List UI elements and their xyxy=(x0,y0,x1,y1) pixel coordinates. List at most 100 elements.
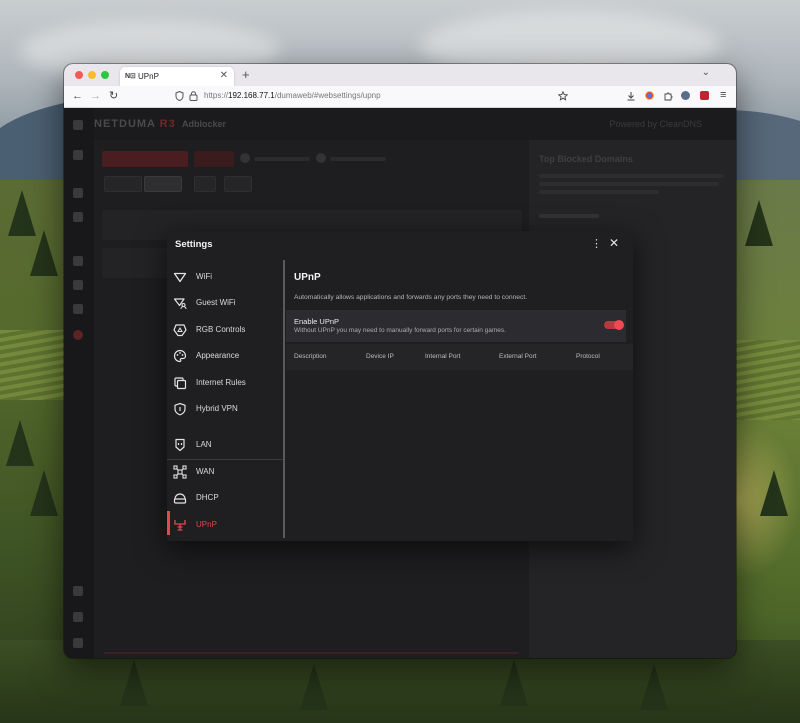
section-title: UPnP xyxy=(294,272,321,283)
menu-item-label: Hybrid VPN xyxy=(196,404,238,413)
menu-item-internet-rules[interactable]: Internet Rules xyxy=(167,372,283,394)
forward-button[interactable]: → xyxy=(90,89,101,103)
window-maximize-button[interactable] xyxy=(101,71,109,79)
upnp-icon xyxy=(174,520,186,531)
menu-item-wifi[interactable]: WiFi xyxy=(167,266,283,288)
dialog-title: Settings xyxy=(175,239,213,250)
dimmed-text-line xyxy=(539,182,719,186)
dimmed-radio[interactable] xyxy=(316,153,326,163)
wallpaper-tree xyxy=(745,200,773,246)
column-header-description: Description xyxy=(294,353,327,360)
sidebar-nav-icon[interactable] xyxy=(73,586,83,596)
menu-item-label: UPnP xyxy=(196,520,217,529)
menu-icon[interactable]: ≡ xyxy=(720,89,726,101)
powered-by-label: Powered by CleanDNS xyxy=(609,119,702,129)
sidebar-nav-icon[interactable] xyxy=(73,612,83,622)
sidebar-nav-icon[interactable] xyxy=(73,120,83,130)
sidebar-nav-icon[interactable] xyxy=(73,212,83,222)
tab-close-icon[interactable]: ✕ xyxy=(220,70,228,82)
shield-icon[interactable] xyxy=(175,91,184,101)
menu-item-label: Guest WiFi xyxy=(196,298,236,307)
app-sidebar xyxy=(64,108,94,658)
wallpaper-tree xyxy=(6,420,34,466)
close-icon[interactable]: ✕ xyxy=(609,236,619,250)
puzzle-extensions-icon[interactable] xyxy=(663,91,673,101)
palette-icon xyxy=(173,349,187,363)
tab-title: UPnP xyxy=(138,72,159,81)
enable-upnp-toggle[interactable] xyxy=(604,320,624,330)
sidebar-nav-icon[interactable] xyxy=(73,150,83,160)
toggle-knob xyxy=(614,320,624,330)
menu-item-guest-wifi[interactable]: Guest WiFi xyxy=(167,292,283,314)
dimmed-primary-button[interactable] xyxy=(102,151,188,167)
wallpaper-tree xyxy=(30,230,58,276)
upnp-table-header: Description Device IP Internal Port Exte… xyxy=(286,344,633,370)
profile-extension-icon[interactable] xyxy=(681,91,690,100)
url-scheme: https:// xyxy=(204,91,229,100)
menu-item-label: RGB Controls xyxy=(196,325,246,334)
window-minimize-button[interactable] xyxy=(88,71,96,79)
column-header-device-ip: Device IP xyxy=(366,353,394,360)
menu-item-label: WiFi xyxy=(196,272,212,281)
dimmed-secondary-button[interactable] xyxy=(194,151,234,167)
netduma-logo: NETDUMA R3 xyxy=(94,118,176,130)
menu-item-upnp[interactable]: UPnP xyxy=(167,511,283,536)
back-button[interactable]: ← xyxy=(72,89,83,103)
dimmed-filter-chip[interactable] xyxy=(224,176,252,192)
sidebar-nav-icon[interactable] xyxy=(73,280,83,290)
dimmed-filter-chip[interactable] xyxy=(144,176,182,192)
menu-item-lan[interactable]: LAN xyxy=(167,434,283,456)
wallpaper-tree xyxy=(300,664,328,710)
sidebar-nav-icon[interactable] xyxy=(73,638,83,648)
menu-item-wan[interactable]: WAN xyxy=(167,461,283,483)
browser-tab-upnp[interactable]: N⊡ UPnP ✕ xyxy=(120,67,234,86)
extension-icon[interactable] xyxy=(645,91,654,100)
enable-upnp-hint: Without UPnP you may need to manually fo… xyxy=(294,327,506,334)
bookmark-star-icon[interactable] xyxy=(558,91,568,101)
dimmed-label xyxy=(330,157,386,161)
wallpaper-tree xyxy=(30,470,58,516)
new-tab-button[interactable]: + xyxy=(242,67,250,82)
menu-item-label: LAN xyxy=(196,440,212,449)
ublock-shield-icon[interactable] xyxy=(700,91,709,100)
wallpaper-tree xyxy=(500,660,528,706)
sidebar-nav-icon[interactable] xyxy=(73,188,83,198)
column-header-external-port: External Port xyxy=(499,353,537,360)
netduma-favicon-icon: N⊡ xyxy=(125,73,136,80)
lock-icon[interactable] xyxy=(189,91,198,101)
rgb-controls-icon xyxy=(173,324,187,337)
more-options-icon[interactable]: ⋮ xyxy=(591,237,602,251)
dimmed-text-line xyxy=(539,190,659,194)
dimmed-radio[interactable] xyxy=(240,153,250,163)
menu-item-label: WAN xyxy=(196,467,215,476)
menu-item-rgb-controls[interactable]: RGB Controls xyxy=(167,319,283,341)
dimmed-filter-chip[interactable] xyxy=(194,176,216,192)
column-header-protocol: Protocol xyxy=(576,353,600,360)
settings-dialog: Settings ⋮ ✕ WiFi Guest WiFi RGB Control… xyxy=(167,231,633,541)
lan-icon xyxy=(175,438,185,452)
menu-item-hybrid-vpn[interactable]: Hybrid VPN xyxy=(167,398,283,420)
active-indicator xyxy=(167,511,170,535)
url-path: /dumaweb/#websettings/upnp xyxy=(274,91,381,100)
dimmed-filter-chip[interactable] xyxy=(104,176,142,192)
right-panel-title: Top Blocked Domains xyxy=(539,154,633,164)
download-icon[interactable] xyxy=(626,91,636,101)
chevron-down-icon[interactable]: ⌄ xyxy=(702,67,710,78)
menu-item-appearance[interactable]: Appearance xyxy=(167,345,283,367)
sidebar-nav-icon-active[interactable] xyxy=(73,330,83,340)
sidebar-nav-icon[interactable] xyxy=(73,304,83,314)
wifi-icon xyxy=(173,272,187,283)
internet-rules-icon xyxy=(174,377,187,390)
logo-text: NETDUMA xyxy=(94,118,156,130)
address-bar[interactable]: https://192.168.77.1/dumaweb/#websetting… xyxy=(168,89,572,104)
wallpaper-tree xyxy=(120,660,148,706)
progress-track xyxy=(104,652,518,654)
menu-scrollbar[interactable] xyxy=(283,260,285,538)
menu-item-label: Appearance xyxy=(196,351,240,360)
reload-button[interactable]: ↻ xyxy=(109,89,118,103)
url-text[interactable]: https://192.168.77.1/dumaweb/#websetting… xyxy=(204,91,381,100)
sidebar-nav-icon[interactable] xyxy=(73,256,83,266)
upnp-content: UPnP Automatically allows applications a… xyxy=(286,262,633,540)
window-close-button[interactable] xyxy=(75,71,83,79)
menu-item-dhcp[interactable]: DHCP xyxy=(167,487,283,509)
